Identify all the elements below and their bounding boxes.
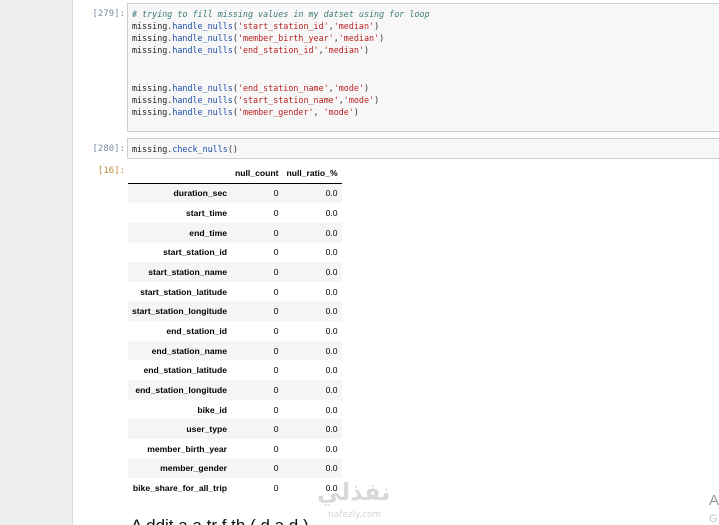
null-count-cell: 0 <box>273 404 279 415</box>
null-count-cell: 0 <box>273 325 279 336</box>
row-index-label: start_station_name <box>148 267 228 278</box>
table-row: bike_id 0 0.0 <box>128 399 342 420</box>
code-comment: # trying to fill missing values in my da… <box>132 9 430 19</box>
code-line: missing.check_nulls() <box>132 144 238 154</box>
null-ratio-cell: 0.0 <box>325 424 338 435</box>
null-ratio-cell: 0.0 <box>325 345 338 356</box>
table-row: start_time 0 0.0 <box>128 203 342 223</box>
table-row: end_station_id 0 0.0 <box>128 321 342 341</box>
row-index-label: bike_share_for_all_trip <box>132 483 228 494</box>
watermark-logo: نفذلي <box>317 478 391 506</box>
next-heading-partial: A ddit a a tr f th ( d a d ) <box>131 516 309 525</box>
table-row: end_station_longitude 0 0.0 <box>128 380 342 400</box>
null-ratio-cell: 0.0 <box>325 267 338 278</box>
code-line: missing.handle_nulls('start_station_name… <box>132 95 380 105</box>
index-header <box>128 163 232 184</box>
code-line: missing.handle_nulls('end_station_name',… <box>132 83 370 93</box>
row-index-label: member_birth_year <box>147 443 228 454</box>
null-count-cell: 0 <box>273 384 279 395</box>
null-ratio-cell: 0.0 <box>325 404 338 415</box>
null-ratio-cell: 0.0 <box>325 463 338 474</box>
table-row: bike_share_for_all_trip 0 0.0 <box>128 478 342 498</box>
null-count-cell: 0 <box>273 208 279 219</box>
null-count-cell: 0 <box>273 345 279 356</box>
edge-letter-b: G <box>709 513 718 525</box>
table-row: end_station_name 0 0.0 <box>128 340 342 361</box>
table-row: member_birth_year 0 0.0 <box>128 438 342 459</box>
column-header-null-count: null_count <box>231 163 283 184</box>
null-ratio-cell: 0.0 <box>325 306 338 317</box>
code-cell-fill-nulls[interactable]: # trying to fill missing values in my da… <box>127 3 719 132</box>
null-count-cell: 0 <box>273 227 279 238</box>
table-row: duration_sec 0 0.0 <box>128 183 342 204</box>
table-row: start_station_longitude 0 0.0 <box>128 301 342 322</box>
table-row: user_type 0 0.0 <box>128 419 342 439</box>
cell-prompt-280: [280]: <box>92 144 125 154</box>
null-count-cell: 0 <box>273 188 279 199</box>
code-line: missing.handle_nulls('start_station_id',… <box>132 21 380 31</box>
null-count-cell: 0 <box>273 365 279 376</box>
table-row: start_station_name 0 0.0 <box>128 262 342 282</box>
row-index-label: start_station_longitude <box>132 306 228 317</box>
row-index-label: user_type <box>186 424 228 435</box>
null-summary-table: null_count null_ratio_% duration_sec 0 0.0… <box>128 163 342 498</box>
null-count-cell: 0 <box>273 286 279 297</box>
edge-letters: A G <box>709 492 719 525</box>
null-ratio-cell: 0.0 <box>325 443 338 454</box>
null-ratio-cell: 0.0 <box>325 247 338 258</box>
table-row: start_station_latitude 0 0.0 <box>128 281 342 302</box>
row-index-label: start_time <box>185 208 228 219</box>
row-index-label: end_station_name <box>151 345 228 356</box>
table-header-row: null_count null_ratio_% <box>128 163 342 184</box>
code-line: missing.handle_nulls('member_gender', 'm… <box>132 107 359 117</box>
null-ratio-cell: 0.0 <box>325 227 338 238</box>
null-ratio-cell: 0.0 <box>325 384 338 395</box>
null-count-cell: 0 <box>273 483 279 494</box>
row-index-label: end_time <box>189 227 228 238</box>
null-count-cell: 0 <box>273 247 279 258</box>
null-ratio-cell: 0.0 <box>325 286 338 297</box>
table-row: end_time 0 0.0 <box>128 222 342 243</box>
row-index-label: member_gender <box>160 463 228 474</box>
row-index-label: bike_id <box>197 404 228 415</box>
row-index-label: duration_sec <box>173 188 228 199</box>
row-index-label: end_station_id <box>166 325 228 336</box>
row-index-label: end_station_latitude <box>143 365 228 376</box>
null-count-cell: 0 <box>273 443 279 454</box>
notebook-page: [279]: # trying to fill missing values i… <box>72 0 719 525</box>
cell-prompt-279: [279]: <box>92 9 125 19</box>
null-count-cell: 0 <box>273 424 279 435</box>
output-prompt: [16]: <box>97 166 125 176</box>
watermark-url: nafezly.com <box>328 510 382 520</box>
null-count-cell: 0 <box>273 463 279 474</box>
table-row: end_station_latitude 0 0.0 <box>128 360 342 381</box>
edge-letter-a: A <box>709 492 719 509</box>
table-row: start_station_id 0 0.0 <box>128 242 342 263</box>
row-index-label: start_station_latitude <box>140 286 228 297</box>
row-index-label: end_station_longitude <box>135 384 228 395</box>
null-ratio-cell: 0.0 <box>325 208 338 219</box>
code-line: missing.handle_nulls('end_station_id','m… <box>132 45 370 55</box>
null-ratio-cell: 0.0 <box>325 188 338 199</box>
row-index-label: start_station_id <box>163 247 228 258</box>
null-count-cell: 0 <box>273 306 279 317</box>
null-ratio-cell: 0.0 <box>325 325 338 336</box>
column-header-null-ratio: null_ratio_% <box>282 163 342 184</box>
code-cell-check-nulls[interactable]: missing.check_nulls() <box>127 138 719 159</box>
code-line: missing.handle_nulls('member_birth_year'… <box>132 33 385 43</box>
null-ratio-cell: 0.0 <box>325 365 338 376</box>
table-row: member_gender 0 0.0 <box>128 458 342 479</box>
null-count-cell: 0 <box>273 267 279 278</box>
